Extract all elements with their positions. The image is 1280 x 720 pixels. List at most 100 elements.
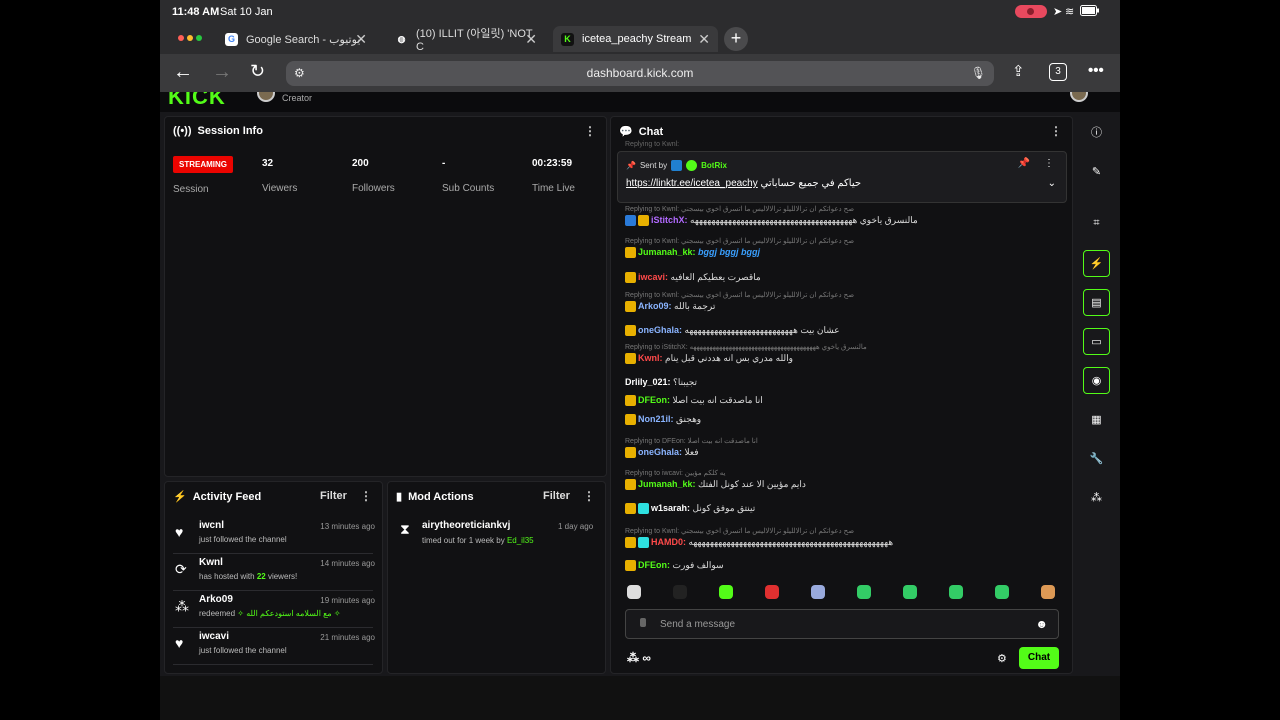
emote-icon[interactable] [811,585,825,599]
more-icon[interactable]: ⋮ [584,124,596,138]
filter-button[interactable]: Filter [543,490,570,502]
lock-icon [640,618,646,627]
chat-username[interactable]: iStitchX [651,215,685,225]
tab-count-button[interactable]: 3 [1049,63,1067,81]
close-icon[interactable]: ✕ [525,31,537,48]
chat-username[interactable]: oneGhala [638,447,679,457]
broadcast-icon[interactable]: ◉ [1083,367,1110,394]
reload-icon[interactable]: ↻ [250,61,265,82]
close-icon[interactable]: ✕ [698,31,710,48]
chat-text: bggj bggj bggj [698,247,761,257]
more-icon[interactable]: ⋮ [1044,158,1054,169]
url-text: dashboard.kick.com [586,66,694,80]
chat-input[interactable]: Send a message ☻ [625,609,1059,639]
google-icon: G [225,32,238,46]
tab-illit-video[interactable]: ◍ (10) ILLIT (아일릿) 'NOT C ✕ [385,26,545,53]
chat-username[interactable]: Jumanah_kk [638,479,693,489]
chat-username[interactable]: w1sarah [651,503,687,513]
tab-kick-stream[interactable]: K icetea_peachy Stream - K ✕ [553,26,718,52]
pinned-link[interactable]: https://linktr.ee/icetea_peachy [626,178,758,189]
chat-username[interactable]: Non21il [638,414,671,424]
chat-icon: 💬 [619,126,633,138]
emote-bar [625,585,1055,605]
host-icon: ⟳ [175,561,187,577]
emote-icon[interactable] [1041,585,1055,599]
bot-badge-icon [671,160,683,171]
info-icon[interactable]: ⓘ [1083,120,1110,147]
tab-google-search[interactable]: G Google Search - يوتيوب ✕ [215,26,375,52]
right-rail: ⓘ ✎ ⌗ ⚡ ▤ ▭ ◉ ▦ 🔧 ⁂ [1080,114,1120,674]
activity-item: ⟳ Kwnl 14 minutes ago has hosted with 22… [173,557,375,591]
points-icon[interactable]: ⁂ [1083,485,1110,512]
share-icon[interactable]: ⇪ [1012,62,1025,80]
chat-message: Drlily_021: تجيبنا؟ [625,377,698,387]
forward-icon[interactable]: → [212,61,232,84]
chat-message: Replying to Kwnl: صح دعواتكم ان ترالاللي… [625,237,1057,259]
reply-preview: Replying to DFEon: انا ماصدقت انه بيت اص… [625,438,758,445]
emote-icon[interactable] [765,585,779,599]
emote-icon[interactable] [673,585,687,599]
window-controls[interactable] [178,35,202,41]
chat-username[interactable]: Jumanah_kk [638,247,693,257]
panel-title: ▮ Mod Actions [396,490,474,504]
chevron-down-icon[interactable]: ⌄ [1048,178,1056,189]
emote-icon[interactable] [903,585,917,599]
back-icon[interactable]: ← [173,61,193,84]
input-placeholder: Send a message [660,619,736,630]
chat-username[interactable]: Drlily_021 [625,377,668,387]
chat-text: دايم مؤيين الا عند كونل الفتك [698,479,806,489]
new-tab-button[interactable]: + [724,27,748,51]
site-settings-icon[interactable]: ⚙ [294,61,305,86]
activity-item: ♥ iwcnl 13 minutes ago just followed the… [173,520,375,554]
emoji-icon[interactable]: ☻ [1035,617,1048,631]
chat-text: ماقصرت يعطيكم العافيه [670,272,761,282]
channel-points[interactable]: ⁂ ∞ [627,651,651,665]
emote-icon[interactable] [995,585,1009,599]
chat-username[interactable]: Arko09 [638,301,669,311]
points-icon: ⁂ [175,598,189,614]
chat-username[interactable]: Kwnl [638,353,660,363]
pin-icon[interactable]: 📌 [1018,158,1030,169]
emote-icon[interactable] [719,585,733,599]
chat-username[interactable]: DFEon [638,395,667,405]
more-icon[interactable]: ⋮ [1050,124,1062,138]
close-icon[interactable]: ✕ [355,31,367,48]
lightning-icon[interactable]: ⚡ [1083,250,1110,277]
send-chat-button[interactable]: Chat [1019,647,1059,669]
filter-button[interactable]: Filter [320,490,347,502]
more-icon[interactable]: ⋮ [583,489,595,503]
layout-icon[interactable]: ▦ [1083,407,1110,434]
recording-indicator [1015,5,1047,18]
crown-badge-icon [625,301,636,313]
chat-icon[interactable]: ▭ [1083,328,1110,355]
scan-icon[interactable]: ⌗ [1083,210,1110,237]
more-menu-icon[interactable]: ••• [1088,62,1104,79]
user-avatar[interactable] [1070,92,1088,102]
chat-username[interactable]: HAMD0 [651,537,683,547]
edit-icon[interactable]: ✎ [1083,159,1110,186]
kick-logo[interactable]: KICK [168,92,226,110]
tab-title: Google Search - يوتيوب [246,33,361,46]
reply-preview: Replying to Kwnl: [625,141,680,148]
document-icon[interactable]: ▤ [1083,289,1110,316]
address-bar[interactable]: ⚙ dashboard.kick.com 🎙 [286,61,994,86]
emote-icon[interactable] [949,585,963,599]
screen-bottom [160,676,1120,720]
microphone-icon[interactable]: 🎙 [971,61,986,86]
chat-username[interactable]: iwcavi [638,272,665,282]
emote-icon[interactable] [857,585,871,599]
emote-icon[interactable] [627,585,641,599]
kick-icon: K [561,32,574,46]
crown-badge-icon [625,414,636,426]
gear-icon[interactable]: ⚙ [997,652,1007,665]
chat-username[interactable]: oneGhala [638,325,679,335]
chat-username[interactable]: DFEon [638,560,667,570]
verified-icon [686,160,698,171]
wrench-icon[interactable]: 🔧 [1083,446,1110,473]
location-icon: ➤ [1053,6,1063,18]
avatar[interactable] [257,92,275,102]
mod-action-desc: timed out for 1 week by Ed_il35 [422,536,534,545]
pinned-message: 📌 Sent by BotRix https://linktr.ee/icetea_… [617,151,1067,203]
more-icon[interactable]: ⋮ [360,489,372,503]
chat-text: تجيبنا؟ [673,377,698,387]
